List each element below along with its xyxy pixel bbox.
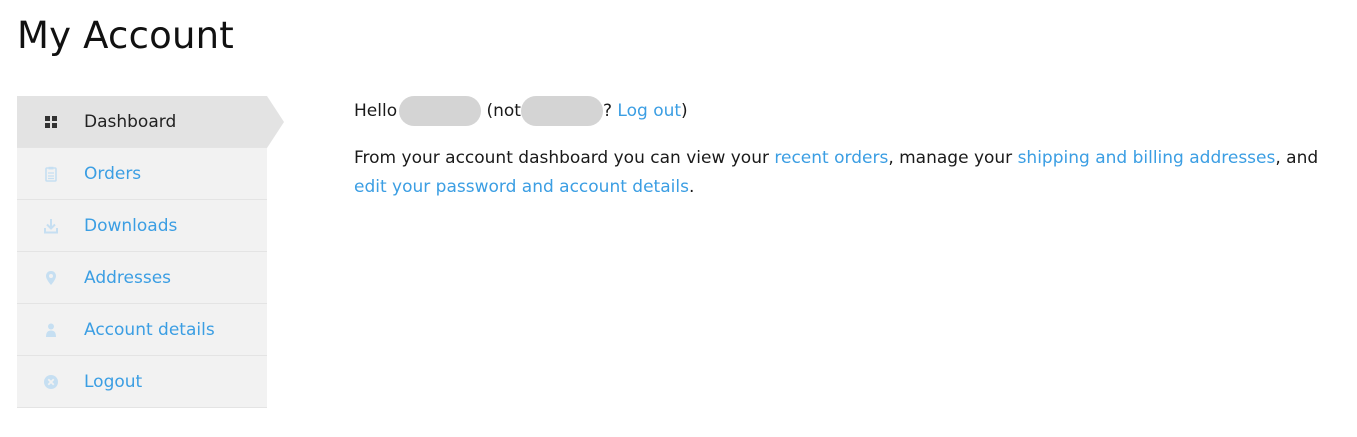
dashboard-content: Hello (not? Log out) From your account d…: [354, 96, 1344, 202]
orders-icon: [42, 165, 60, 183]
greeting-hello: Hello: [354, 101, 398, 121]
user-icon: [42, 321, 60, 339]
intro-text-2: , manage your: [888, 148, 1018, 168]
addresses-link[interactable]: shipping and billing addresses: [1018, 148, 1276, 168]
sidebar-item-label: Account details: [84, 319, 215, 340]
intro-text-3: , and: [1275, 148, 1319, 168]
redacted-username-2: [520, 96, 603, 126]
dashboard-intro: From your account dashboard you can view…: [354, 144, 1344, 202]
downloads-icon: [42, 217, 60, 235]
sidebar-item-logout[interactable]: Logout: [17, 356, 267, 408]
sidebar-item-dashboard[interactable]: Dashboard: [17, 96, 284, 148]
greeting-not: (not: [486, 101, 521, 121]
dashboard-icon: [42, 113, 60, 131]
sidebar-item-addresses[interactable]: Addresses: [17, 252, 267, 304]
recent-orders-link[interactable]: recent orders: [774, 148, 888, 168]
intro-text-1: From your account dashboard you can view…: [354, 148, 775, 168]
intro-text-4: .: [688, 177, 695, 197]
account-details-link[interactable]: edit your password and account details: [354, 177, 689, 197]
greeting-question: ?: [602, 101, 613, 121]
sidebar-item-label: Orders: [84, 163, 142, 184]
log-out-link[interactable]: Log out: [617, 101, 681, 121]
sidebar-item-orders[interactable]: Orders: [17, 148, 267, 200]
greeting-line: Hello (not? Log out): [354, 96, 1344, 126]
sidebar-item-label: Logout: [84, 371, 143, 392]
logout-icon: [42, 373, 60, 391]
greeting-close-paren: ): [681, 101, 688, 121]
page-title: My Account: [17, 14, 234, 57]
redacted-username: [399, 96, 482, 126]
map-pin-icon: [42, 269, 60, 287]
sidebar-item-label: Addresses: [84, 267, 172, 288]
sidebar-item-downloads[interactable]: Downloads: [17, 200, 267, 252]
account-navigation: Dashboard Orders Downloads Addresses Acc…: [17, 96, 284, 408]
sidebar-item-label: Downloads: [84, 215, 178, 236]
sidebar-item-label: Dashboard: [84, 111, 177, 132]
sidebar-item-account-details[interactable]: Account details: [17, 304, 267, 356]
